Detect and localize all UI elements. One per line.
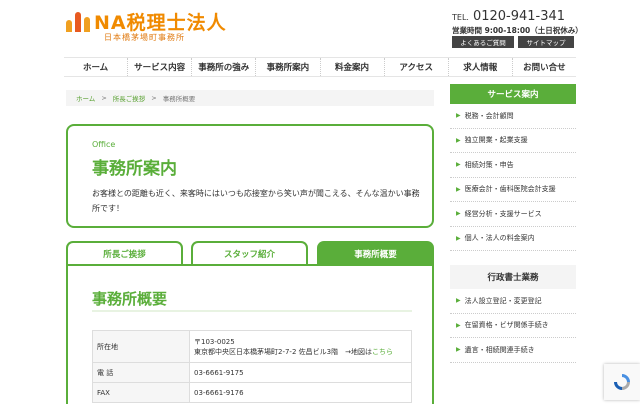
nav-item-contact[interactable]: お問い合せ (511, 58, 576, 76)
address: 東京都中央区日本橋茅場町2-7-2 佐昌ビル3階 →地図は (194, 347, 372, 356)
sidebar-item-label: 税務・会計顧問 (464, 111, 514, 120)
tel-label: TEL. (452, 13, 469, 22)
nav-item-pricing[interactable]: 料金案内 (319, 58, 384, 76)
table-row: 電 話 03-6661-9175 (92, 362, 412, 383)
chevron-right-icon: ▶ (456, 136, 461, 144)
sidebar-item-registration[interactable]: ▶ 法人設立登記・変更登記 (450, 289, 576, 314)
chevron-right-icon: ▶ (456, 185, 461, 193)
site-header: NA税理士法人 日本橋茅場町事務所 TEL. 0120-941-341 営業時間 … (0, 0, 640, 55)
site-logo[interactable]: NA税理士法人 (66, 8, 227, 35)
address-cell: 〒103-0025 東京都中央区日本橋茅場町2-7-2 佐昌ビル3階 →地図はこ… (189, 330, 412, 363)
office-intro-box: Office 事務所案内 お客様との距離も近く、来客時にはいつも応接室から笑い声… (66, 124, 434, 228)
tab-overview[interactable]: 事務所概要 (317, 241, 434, 265)
chevron-right-icon: ▶ (456, 346, 461, 354)
tab-greeting[interactable]: 所長ご挨拶 (66, 241, 183, 265)
sidebar-item-will[interactable]: ▶ 遺言・相続関連手続き (450, 338, 576, 363)
table-row-label: 電 話 (92, 362, 190, 383)
nav-item-home[interactable]: ホーム (64, 58, 127, 76)
table-row-label: 所在地 (92, 330, 190, 363)
tab-staff[interactable]: スタッフ紹介 (191, 241, 308, 265)
logo-text: NA税理士法人 (94, 12, 227, 34)
chevron-right-icon: ▶ (456, 321, 461, 329)
sidebar-item-label: 個人・法人の料金案内 (464, 234, 535, 243)
phone-value: 03-6661-9175 (189, 362, 412, 383)
nav-item-strengths[interactable]: 事務所の強み (191, 58, 255, 76)
logo-subtitle: 日本橋茅場町事務所 (104, 33, 185, 42)
sidebar-item-visa[interactable]: ▶ 在留資格・ビザ関係手続き (450, 314, 576, 338)
chevron-right-icon: ▶ (456, 297, 461, 305)
sitemap-button[interactable]: サイトマップ (518, 36, 574, 48)
overview-table: 所在地 〒103-0025 東京都中央区日本橋茅場町2-7-2 佐昌ビル3階 →… (92, 330, 412, 403)
sidebar-item-label: 在留資格・ビザ関係手続き (464, 321, 549, 330)
nav-item-recruit[interactable]: 求人情報 (447, 58, 512, 76)
breadcrumb-separator: > (151, 94, 157, 102)
sidebar-item-startup-support[interactable]: ▶ 独立開業・起業支援 (450, 129, 576, 153)
sidebar-item-label: 遺言・相続関連手続き (464, 345, 535, 354)
recaptcha-badge[interactable] (604, 364, 640, 400)
nav-item-access[interactable]: アクセス (383, 58, 448, 76)
chevron-right-icon: ▶ (456, 234, 461, 242)
breadcrumb-separator: > (101, 94, 107, 102)
chevron-right-icon: ▶ (456, 112, 461, 120)
nav-item-services[interactable]: サービス内容 (127, 58, 191, 76)
postal-code: 〒103-0025 (194, 337, 235, 346)
sidebar-item-label: 経営分析・支援サービス (464, 209, 542, 218)
sidebar-item-business-analysis[interactable]: ▶ 経営分析・支援サービス (450, 202, 576, 227)
breadcrumb-current: 事務所概要 (162, 95, 196, 103)
page-title: 事務所案内 (92, 159, 177, 179)
title-divider (92, 310, 412, 312)
overview-panel: 事務所概要 所在地 〒103-0025 東京都中央区日本橋茅場町2-7-2 佐昌… (66, 264, 434, 404)
global-nav: ホーム サービス内容 事務所の強み 事務所案内 料金案内 アクセス 求人情報 お… (64, 57, 576, 77)
map-link[interactable]: こちら (372, 348, 393, 356)
overview-title: 事務所概要 (92, 290, 168, 308)
sidebar: サービス案内 ▶ 税務・会計顧問 ▶ 独立開業・起業支援 ▶ 相続対策・申告 ▶ 医療会… (450, 84, 576, 363)
breadcrumb: ホーム > 所長ご挨拶 > 事務所概要 (66, 90, 434, 106)
faq-button[interactable]: よくあるご質問 (452, 36, 514, 48)
breadcrumb-parent[interactable]: 所長ご挨拶 (113, 93, 146, 103)
recaptcha-icon (614, 374, 630, 390)
sidebar-item-pricing[interactable]: ▶ 個人・法人の料金案内 (450, 227, 576, 251)
office-description: お客様との距離も近く、来客時にはいつも応接室から笑い声が聞こえる、そんな温かい事… (92, 189, 420, 213)
office-label-en: Office (92, 140, 116, 149)
table-row: 所在地 〒103-0025 東京都中央区日本橋茅場町2-7-2 佐昌ビル3階 →… (92, 330, 412, 363)
sidebar-item-medical-accounting[interactable]: ▶ 医療会計・歯科医院会計支援 (450, 178, 576, 202)
tel-number: 0120-941-341 (472, 9, 566, 24)
sidebar-item-label: 医療会計・歯科医院会計支援 (464, 185, 556, 194)
phone-number[interactable]: TEL. 0120-941-341 (452, 9, 565, 24)
breadcrumb-home[interactable]: ホーム (76, 93, 95, 103)
sidebar-item-label: 独立開業・起業支援 (464, 136, 528, 145)
logo-mark-icon (66, 11, 92, 32)
sidebar-item-inheritance[interactable]: ▶ 相続対策・申告 (450, 153, 576, 178)
sidebar-item-label: 法人設立登記・変更登記 (464, 296, 542, 305)
address-text: 東京都中央区日本橋茅場町2-7-2 佐昌ビル3階 →地図はこちら (194, 347, 407, 357)
nav-item-office[interactable]: 事務所案内 (255, 58, 319, 76)
business-hours: 営業時間 9:00-18:00（土日祝休み） (452, 26, 583, 35)
chevron-right-icon: ▶ (456, 210, 461, 218)
chevron-right-icon: ▶ (456, 161, 461, 169)
sidebar-item-label: 相続対策・申告 (464, 160, 514, 169)
sidebar-heading-services: サービス案内 (450, 84, 576, 104)
sidebar-item-tax-accounting[interactable]: ▶ 税務・会計顧問 (450, 104, 576, 129)
sidebar-heading-gyosei: 行政書士業務 (450, 265, 576, 289)
